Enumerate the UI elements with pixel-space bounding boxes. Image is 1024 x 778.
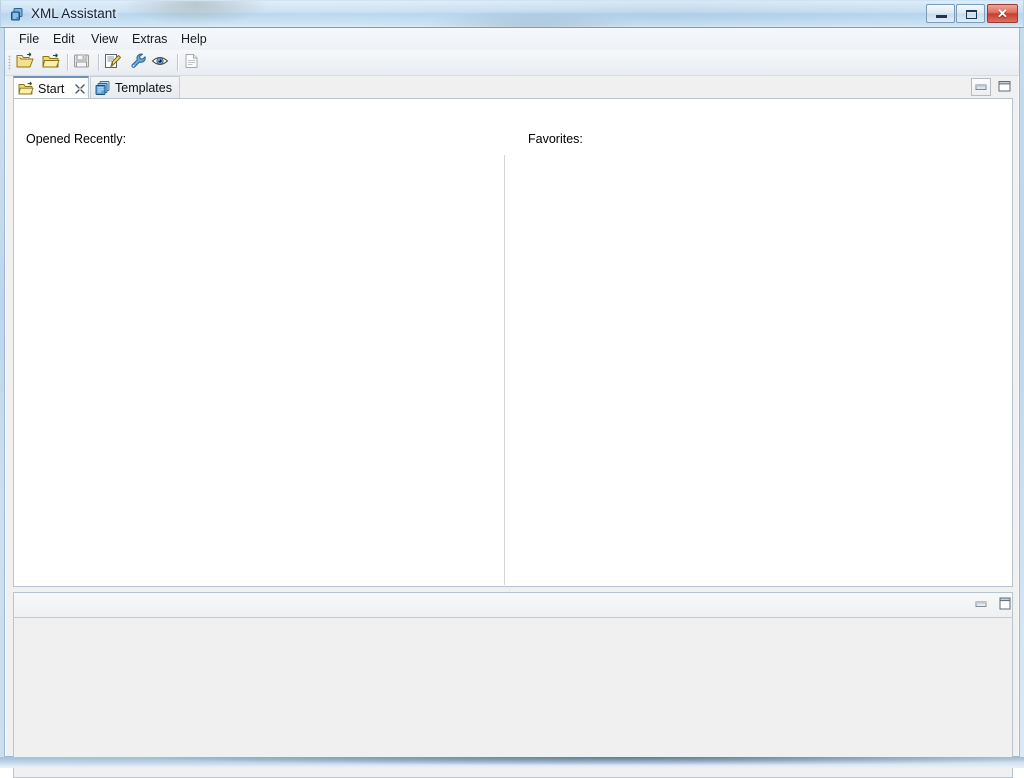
favorites-heading: Favorites: bbox=[528, 132, 583, 146]
minimize-icon bbox=[936, 15, 947, 18]
bottom-maximize-view-button[interactable] bbox=[996, 595, 1016, 613]
bottom-panel-body[interactable] bbox=[14, 619, 1012, 777]
toolbar-separator bbox=[67, 54, 69, 71]
favorites-list[interactable] bbox=[528, 155, 998, 579]
editor-minimize-view-button[interactable] bbox=[971, 78, 991, 96]
tab-start[interactable]: Start bbox=[13, 76, 89, 99]
bottom-minimize-view-button[interactable] bbox=[972, 596, 992, 614]
save-icon bbox=[72, 52, 92, 70]
tools-button[interactable] bbox=[129, 52, 151, 73]
new-document-icon bbox=[182, 52, 202, 70]
window-title: XML Assistant bbox=[31, 6, 116, 21]
column-divider bbox=[504, 155, 505, 585]
open-folder-button[interactable] bbox=[41, 52, 63, 73]
start-page-editor: Opened Recently: Favorites: bbox=[13, 99, 1013, 587]
edit-document-button[interactable] bbox=[103, 52, 125, 73]
close-icon: ✕ bbox=[988, 5, 1017, 22]
menu-item-view[interactable]: View bbox=[85, 31, 124, 48]
wrench-icon bbox=[129, 52, 149, 70]
xml-documents-icon bbox=[9, 7, 25, 23]
menu-item-edit[interactable]: Edit bbox=[47, 31, 81, 48]
title-bar[interactable]: XML Assistant ✕ bbox=[0, 0, 1024, 28]
bottom-dock-panel bbox=[13, 592, 1013, 778]
preview-button[interactable] bbox=[151, 52, 173, 73]
close-tab-icon[interactable] bbox=[74, 83, 86, 95]
tab-start-label: Start bbox=[38, 81, 64, 98]
editor-maximize-view-button[interactable] bbox=[995, 78, 1015, 96]
menu-item-help[interactable]: Help bbox=[175, 31, 213, 48]
eye-icon bbox=[151, 52, 171, 70]
menu-bar: File Edit View Extras Help bbox=[5, 28, 1019, 51]
toolbar-separator bbox=[177, 54, 179, 71]
close-window-button[interactable]: ✕ bbox=[987, 4, 1018, 23]
new-document-button[interactable] bbox=[182, 52, 204, 73]
edit-document-icon bbox=[103, 52, 123, 70]
open-file-button[interactable] bbox=[15, 52, 37, 73]
templates-windows-icon bbox=[95, 80, 111, 96]
save-button[interactable] bbox=[72, 52, 94, 73]
window-drop-shadow bbox=[0, 757, 1024, 768]
menu-item-file[interactable]: File bbox=[13, 31, 45, 48]
open-file-icon bbox=[15, 52, 35, 70]
toolbar-separator bbox=[98, 54, 100, 71]
opened-recently-heading: Opened Recently: bbox=[26, 132, 126, 146]
editor-tab-strip: Start bbox=[13, 75, 1013, 99]
minimize-window-button[interactable] bbox=[926, 4, 955, 23]
toolbar-grip[interactable] bbox=[8, 55, 11, 70]
toolbar bbox=[5, 50, 1019, 76]
bottom-panel-header bbox=[14, 593, 1012, 618]
opened-recently-list[interactable] bbox=[26, 155, 496, 579]
maximize-window-button[interactable] bbox=[956, 4, 985, 23]
open-folder-icon bbox=[41, 52, 61, 70]
client-area: File Edit View Extras Help bbox=[4, 28, 1020, 757]
tab-templates[interactable]: Templates bbox=[90, 76, 180, 99]
maximize-icon bbox=[966, 10, 977, 19]
tab-templates-label: Templates bbox=[115, 80, 172, 97]
menu-item-extras[interactable]: Extras bbox=[126, 31, 173, 48]
open-folder-icon bbox=[18, 81, 34, 97]
application-window: XML Assistant ✕ File Edit View Extras He… bbox=[0, 0, 1024, 768]
